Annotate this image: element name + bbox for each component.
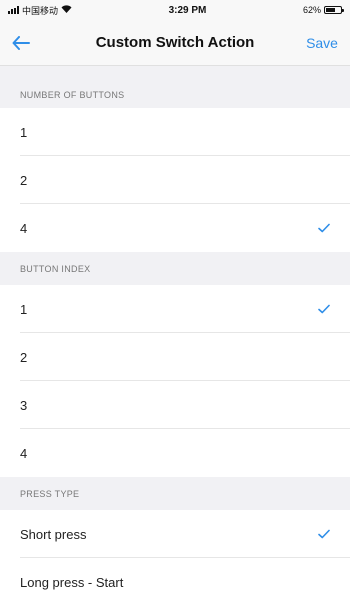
option-label: 1 [20,124,28,140]
option-label: 2 [20,349,28,365]
option-index-1[interactable]: 1 [0,285,350,333]
battery-percent: 62% [302,5,321,15]
status-right: 62% [302,5,344,15]
back-button[interactable] [12,27,44,59]
option-long-press-start[interactable]: Long press - Start [0,558,350,604]
status-bar: 中国移动 3:29 PM 62% [0,0,350,20]
option-label: Short press [20,526,87,542]
option-label: 1 [20,301,28,317]
navigation-bar: Custom Switch Action Save [0,20,350,66]
battery-icon [323,6,344,14]
section-header-press-type: PRESS TYPE [0,477,350,510]
carrier-label: 中国移动 [22,5,59,16]
section-header-number-of-buttons: NUMBER OF BUTTONS [0,66,350,108]
option-index-2[interactable]: 2 [0,333,350,381]
status-left: 中国移动 [8,4,72,17]
back-arrow-icon [12,35,30,50]
option-label: 4 [20,445,28,461]
checkmark-icon [318,529,330,539]
option-buttons-2[interactable]: 2 [0,156,350,204]
signal-icon [8,6,19,14]
settings-list: NUMBER OF BUTTONS 1 2 4 BUTTON INDEX 1 2… [0,66,350,604]
checkmark-icon [318,304,330,314]
save-button[interactable]: Save [306,35,338,51]
option-label: Long press - Start [20,574,124,590]
page-title: Custom Switch Action [95,34,255,51]
option-index-4[interactable]: 4 [0,429,350,477]
status-time: 3:29 PM [168,4,207,16]
option-buttons-1[interactable]: 1 [0,108,350,156]
checkmark-icon [318,223,330,233]
option-label: 3 [20,397,28,413]
option-short-press[interactable]: Short press [0,510,350,558]
wifi-icon [61,4,72,16]
option-index-3[interactable]: 3 [0,381,350,429]
option-label: 4 [20,220,28,236]
option-label: 2 [20,172,28,188]
option-buttons-4[interactable]: 4 [0,204,350,252]
section-header-button-index: BUTTON INDEX [0,252,350,285]
